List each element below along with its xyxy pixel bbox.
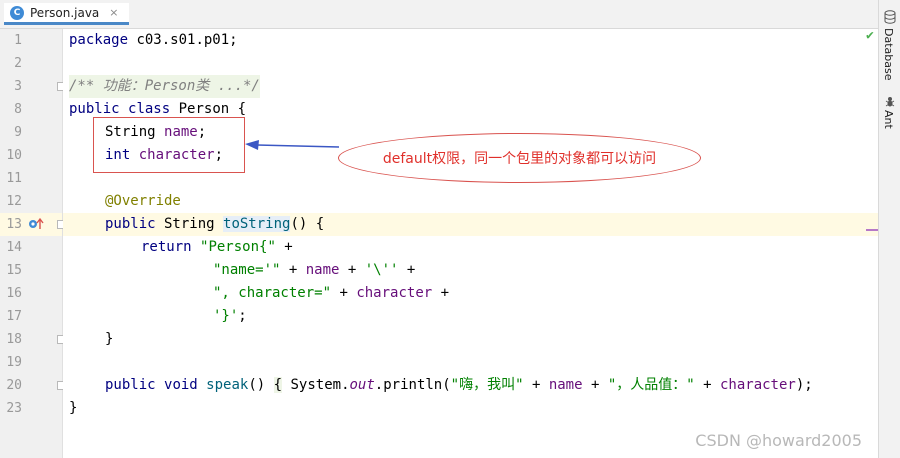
string-literal: ", character=" [213, 285, 332, 301]
line-number-13: 13 [6, 217, 22, 232]
line-number: 20 [6, 378, 22, 393]
code-text: { [273, 377, 283, 393]
static-field: out [349, 377, 375, 393]
code-text: + [398, 262, 416, 278]
arrow-icon [245, 140, 340, 150]
code-text: c03.s01.p01; [128, 32, 238, 48]
code-line-18: } [105, 331, 114, 347]
ant-icon [885, 97, 895, 107]
string-literal: "name='" [213, 262, 281, 278]
code-text: Person { [170, 101, 247, 117]
code-text: + [523, 377, 549, 393]
ant-tool-button[interactable]: Ant [882, 110, 895, 129]
code-text: ); [795, 377, 813, 393]
database-tool-button[interactable]: Database [882, 28, 895, 81]
line-number: 14 [6, 240, 22, 255]
code-text: + [339, 262, 365, 278]
line-number: 3 [14, 79, 22, 94]
line-number: 17 [6, 309, 22, 324]
keyword: void [164, 377, 198, 393]
close-icon[interactable]: × [109, 6, 118, 19]
code-line-23: } [69, 400, 78, 416]
code-line-13: public String toString() { [105, 213, 324, 236]
tab-person-java[interactable]: C Person.java × [4, 3, 129, 25]
java-class-icon: C [10, 5, 24, 20]
code-text: ; [238, 308, 247, 324]
code-text: + [275, 239, 293, 255]
line-number: 2 [14, 56, 22, 71]
field-name: character [356, 285, 433, 301]
method-name: speak [206, 377, 249, 393]
code-text: + [694, 377, 720, 393]
line-number: 19 [6, 355, 22, 370]
keyword: public [69, 101, 120, 117]
line-gutter: 1 2 3 8 9 10 11 12 13 14 15 16 17 18 19 … [0, 29, 66, 458]
keyword: package [69, 32, 129, 48]
line-number: 10 [6, 148, 22, 163]
line-number: 12 [6, 194, 22, 209]
code-editor[interactable]: package c03.s01.p01; /** 功能：Person类 ...*… [63, 29, 878, 458]
highlight-box [93, 117, 245, 173]
code-text: + [280, 262, 306, 278]
code-line-14: return "Person{" + [141, 236, 293, 259]
keyword: public [105, 377, 156, 393]
keyword: public [105, 216, 156, 232]
watermark: CSDN @howard2005 [695, 431, 862, 450]
line-number: 16 [6, 286, 22, 301]
code-line-1: package c03.s01.p01; [69, 29, 238, 52]
annotation-callout: default权限，同一个包里的对象都可以访问 [338, 133, 701, 183]
string-literal: '}' [213, 308, 239, 324]
editor-tab-bar: C Person.java × [0, 0, 878, 29]
type-name: String [155, 216, 224, 232]
string-literal: "，人品值：" [607, 377, 695, 393]
keyword: return [141, 239, 192, 255]
line-number: 15 [6, 263, 22, 278]
line-number: 1 [14, 33, 22, 48]
code-text: + [432, 285, 450, 301]
code-text: + [582, 377, 608, 393]
line-number: 23 [6, 401, 22, 416]
field-name: name [305, 262, 340, 278]
error-stripe-marker[interactable] [866, 229, 878, 231]
code-text: System. [282, 377, 350, 393]
code-text: () [248, 377, 274, 393]
line-number: 11 [6, 171, 22, 186]
code-text: + [331, 285, 357, 301]
line-number: 9 [14, 125, 22, 140]
method-name: toString [223, 216, 291, 232]
override-method-icon[interactable] [28, 217, 44, 231]
code-line-16: ", character=" + character + [213, 282, 449, 305]
string-literal: "Person{" [200, 239, 276, 255]
field-name: character [719, 377, 796, 393]
line-number: 18 [6, 332, 22, 347]
code-text: () { [290, 216, 325, 232]
code-text: .println( [374, 377, 451, 393]
field-name: name [548, 377, 583, 393]
right-tool-bar: Database Ant [878, 0, 900, 458]
code-line-17: '}'; [213, 305, 247, 328]
string-literal: '\'' [364, 262, 399, 278]
code-line-15: "name='" + name + '\'' + [213, 259, 415, 282]
tab-title: Person.java [30, 5, 100, 20]
check-icon[interactable]: ✔ [866, 28, 874, 43]
database-icon [884, 10, 896, 24]
string-literal: "嗨，我叫" [450, 377, 524, 393]
line-number: 8 [14, 102, 22, 117]
code-line-3: /** 功能：Person类 ...*/ [69, 75, 260, 98]
keyword: class [128, 101, 171, 117]
code-line-12: @Override [105, 193, 181, 209]
code-line-20: public void speak() { System.out.println… [105, 374, 813, 397]
